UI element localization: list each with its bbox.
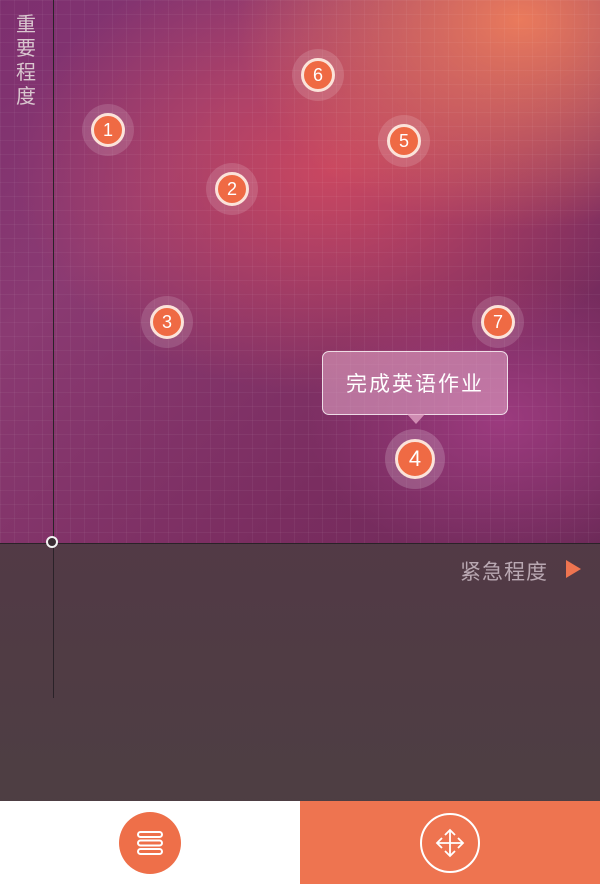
list-icon [137, 830, 163, 855]
task-tooltip: 完成英语作业 [322, 351, 508, 424]
list-button[interactable] [119, 811, 181, 874]
y-axis-label: 重要程度 [16, 12, 36, 108]
x-axis-line [0, 543, 600, 544]
y-axis-line [53, 0, 54, 698]
task-marker-7[interactable]: 7 [472, 296, 524, 348]
task-number: 1 [91, 113, 125, 147]
task-number: 3 [150, 305, 184, 339]
task-marker-3[interactable]: 3 [141, 296, 193, 348]
origin-marker [46, 536, 58, 548]
tooltip-text: 完成英语作业 [346, 372, 484, 396]
x-axis-arrow-icon [566, 560, 581, 578]
move-arrows-icon [435, 828, 465, 857]
task-marker-4[interactable]: 4 [385, 429, 445, 489]
task-marker-6[interactable]: 6 [292, 49, 344, 101]
x-axis-label: 紧急程度 [460, 560, 548, 584]
task-marker-5[interactable]: 5 [378, 115, 430, 167]
task-number: 7 [481, 305, 515, 339]
task-marker-2[interactable]: 2 [206, 163, 258, 215]
tab-matrix[interactable] [300, 801, 600, 884]
matrix-screen: 重要程度 紧急程度 1 2 3 4 5 6 7 完成英语作业 [0, 0, 600, 884]
task-marker-1[interactable]: 1 [82, 104, 134, 156]
task-number: 5 [387, 124, 421, 158]
tab-task-list[interactable] [0, 801, 300, 884]
task-number: 4 [395, 439, 435, 479]
task-number: 6 [301, 58, 335, 92]
bottom-tab-bar [0, 801, 600, 884]
move-button[interactable] [420, 812, 480, 873]
task-number: 2 [215, 172, 249, 206]
